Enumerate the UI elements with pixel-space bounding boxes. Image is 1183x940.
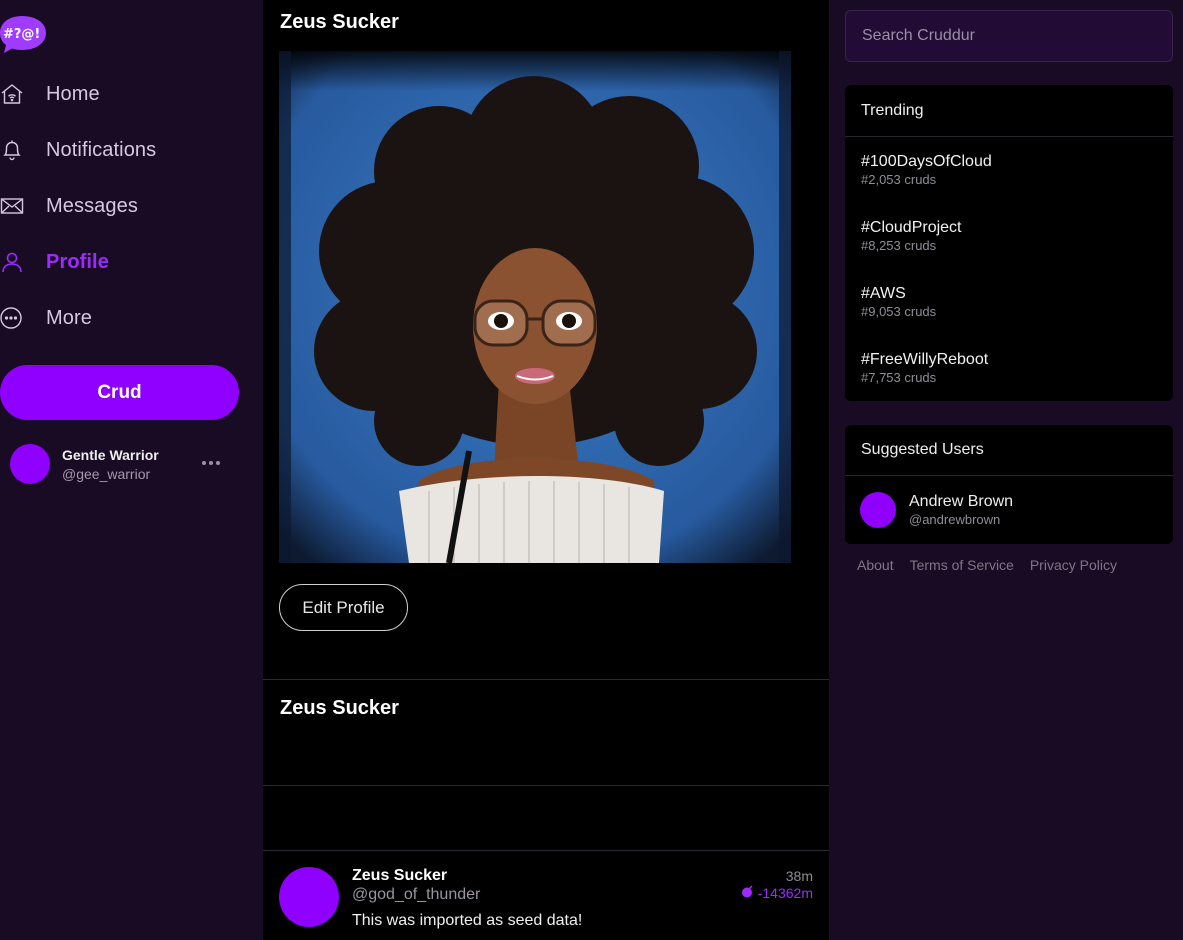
divider — [845, 136, 1173, 137]
divider — [263, 679, 829, 680]
nav-notifications[interactable]: Notifications — [0, 130, 240, 170]
page-title: Zeus Sucker — [280, 11, 399, 33]
trending-title: Trending — [861, 102, 924, 119]
avatar — [10, 444, 50, 484]
suggested-users-panel: Suggested Users Andrew Brown @andrewbrow… — [845, 425, 1173, 544]
trending-tag: #FreeWillyReboot — [861, 351, 989, 368]
home-icon — [0, 82, 24, 106]
logo-text: #?@! — [3, 27, 40, 42]
post-expiry: -14362m — [741, 885, 813, 901]
nav-messages[interactable]: Messages — [0, 186, 240, 226]
trending-item[interactable]: #100DaysOfCloud #2,053 cruds — [861, 153, 1161, 187]
trending-count: #2,053 cruds — [861, 172, 937, 187]
trending-count: #7,753 cruds — [861, 370, 937, 385]
privacy-link[interactable]: Privacy Policy — [1030, 557, 1117, 573]
suggested-users-title: Suggested Users — [861, 441, 984, 458]
nav-more[interactable]: More — [0, 298, 240, 338]
bell-icon — [0, 138, 24, 162]
current-user-name: Gentle Warrior — [62, 447, 159, 463]
post-author-handle[interactable]: @god_of_thunder — [352, 886, 480, 904]
trending-panel: Trending #100DaysOfCloud #2,053 cruds #C… — [845, 85, 1173, 401]
terms-link[interactable]: Terms of Service — [910, 557, 1014, 573]
suggested-user-handle[interactable]: @andrewbrown — [909, 512, 1000, 527]
more-circle-icon — [0, 306, 24, 330]
nav-notifications-label: Notifications — [46, 138, 157, 161]
divider — [845, 475, 1173, 476]
post-timestamp: 38m — [785, 868, 813, 884]
user-menu-dots-icon[interactable] — [200, 452, 222, 474]
suggested-user-name[interactable]: Andrew Brown — [909, 493, 1013, 511]
search-input[interactable] — [845, 10, 1173, 62]
post-author-name[interactable]: Zeus Sucker — [352, 867, 447, 885]
avatar-illustration — [279, 51, 791, 563]
nav-profile[interactable]: Profile — [0, 242, 240, 282]
profile-banner-image — [279, 51, 791, 563]
activity-item[interactable]: Zeus Sucker @god_of_thunder This was imp… — [263, 851, 829, 940]
trending-tag: #AWS — [861, 285, 906, 302]
sidebar: #?@! Home Notifications Messages Profile… — [0, 0, 263, 940]
current-user-handle: @gee_warrior — [62, 466, 151, 482]
trending-tag: #CloudProject — [861, 219, 962, 236]
right-sidebar: Trending #100DaysOfCloud #2,053 cruds #C… — [829, 0, 1183, 940]
bomb-icon — [741, 885, 754, 901]
current-user[interactable]: Gentle Warrior @gee_warrior — [10, 444, 240, 486]
post-message: This was imported as seed data! — [352, 912, 583, 929]
trending-item[interactable]: #CloudProject #8,253 cruds — [861, 219, 1161, 253]
avatar[interactable] — [860, 492, 896, 528]
logo[interactable]: #?@! — [0, 14, 48, 54]
about-link[interactable]: About — [857, 557, 894, 573]
profile-display-name: Zeus Sucker — [280, 697, 399, 719]
main-feed: Zeus Sucker Edit Profile Zeus Sucker Zeu… — [263, 0, 829, 940]
trending-count: #8,253 cruds — [861, 238, 937, 253]
mail-icon — [0, 194, 24, 218]
nav-home-label: Home — [46, 82, 100, 105]
crud-button[interactable]: Crud — [0, 365, 239, 420]
trending-count: #9,053 cruds — [861, 304, 937, 319]
footer-links: About Terms of Service Privacy Policy — [857, 557, 1117, 573]
edit-profile-button[interactable]: Edit Profile — [279, 584, 408, 631]
nav-home[interactable]: Home — [0, 74, 240, 114]
trending-item[interactable]: #FreeWillyReboot #7,753 cruds — [861, 351, 1161, 385]
nav-messages-label: Messages — [46, 194, 138, 217]
nav-profile-label: Profile — [46, 250, 109, 273]
nav-more-label: More — [46, 306, 92, 329]
post-expiry-value: -14362m — [757, 885, 813, 901]
avatar[interactable] — [279, 867, 339, 927]
trending-item[interactable]: #AWS #9,053 cruds — [861, 285, 1161, 319]
user-icon — [0, 250, 24, 274]
trending-tag: #100DaysOfCloud — [861, 153, 992, 170]
divider — [263, 785, 829, 786]
logo-bubble-icon: #?@! — [0, 16, 46, 53]
